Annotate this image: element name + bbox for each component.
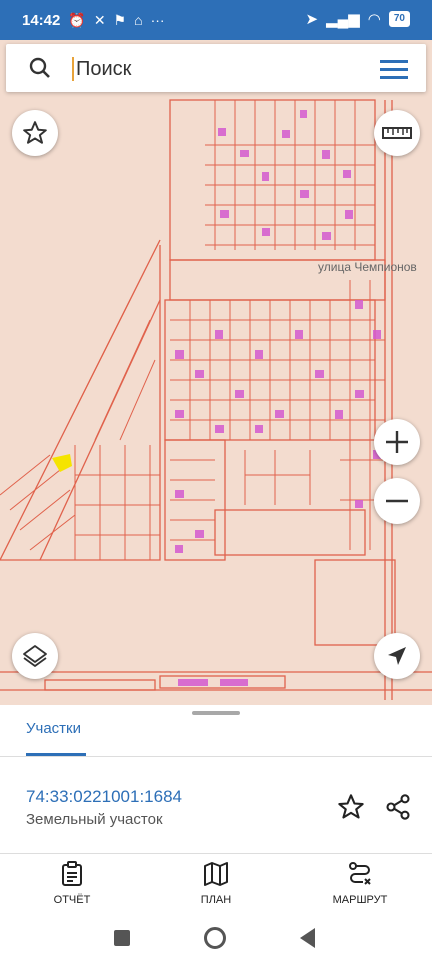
share-icon [386, 794, 410, 820]
street-label: улица Чемпионов [318, 260, 417, 274]
minus-icon [386, 499, 408, 503]
search-input[interactable] [74, 52, 358, 86]
nav-report-label: ОТЧЁТ [53, 894, 91, 906]
ruler-button[interactable] [374, 110, 420, 156]
report-icon [62, 861, 82, 886]
home-app-icon: ⌂ [134, 12, 143, 28]
signal-icon: ▂▄▆ [326, 11, 360, 28]
app-icon: ⚑ [113, 11, 127, 28]
nav-route-label: МАРШРУТ [332, 894, 388, 906]
map-plan-icon [204, 862, 228, 886]
parcel-cadastral-number[interactable]: 74:33:0221001:1684 [26, 787, 182, 807]
status-bar: 14:42 ⏰ ✕ ⚑ ⌂ ··· ➤ ▂▄▆ ◠ 70 [0, 0, 432, 40]
status-time: 14:42 [22, 11, 61, 29]
battery-indicator: 70 [388, 11, 410, 27]
zoom-out-button[interactable] [374, 478, 420, 524]
star-icon [23, 121, 47, 144]
hamburger-menu-icon[interactable] [380, 58, 408, 85]
search-icon[interactable] [28, 56, 52, 85]
home-icon[interactable] [204, 927, 226, 949]
nav-report[interactable]: ОТЧЁТ [17, 861, 127, 906]
more-notifications-icon: ··· [150, 12, 165, 28]
alarm-icon: ⏰ [68, 11, 86, 28]
plus-icon [386, 431, 408, 453]
cadastral-map: улица Чемпионов [0, 99, 432, 700]
favorite-parcel-button[interactable] [337, 793, 365, 826]
search-bar [6, 44, 426, 92]
location-icon: ➤ [305, 11, 319, 28]
recent-apps-icon[interactable] [114, 930, 130, 946]
my-location-button[interactable] [374, 633, 420, 679]
system-nav-bar [0, 918, 432, 960]
tab-parcels[interactable]: Участки [26, 720, 81, 737]
star-icon [338, 794, 364, 819]
sheet-drag-handle[interactable] [192, 711, 240, 715]
divider [0, 853, 432, 854]
map-view[interactable]: улица Чемпионов [0, 40, 432, 705]
nav-plan-label: ПЛАН [200, 894, 232, 906]
nav-route[interactable]: МАРШРУТ [305, 861, 415, 906]
parcel-type: Земельный участок [26, 811, 163, 828]
wifi-icon: ◠ [367, 11, 381, 28]
ruler-icon [382, 127, 412, 139]
bottom-sheet: Участки 74:33:0221001:1684 Земельный уча… [0, 705, 432, 960]
notification-icon: ✕ [93, 11, 106, 28]
favorites-button[interactable] [12, 110, 58, 156]
layers-icon [23, 645, 47, 667]
divider [0, 756, 432, 757]
zoom-in-button[interactable] [374, 419, 420, 465]
selected-parcel[interactable] [52, 454, 72, 472]
navigation-arrow-icon [388, 647, 406, 665]
layers-button[interactable] [12, 633, 58, 679]
share-button[interactable] [384, 793, 412, 826]
nav-plan[interactable]: ПЛАН [161, 861, 271, 906]
route-icon [349, 862, 371, 885]
back-icon[interactable] [300, 928, 315, 948]
